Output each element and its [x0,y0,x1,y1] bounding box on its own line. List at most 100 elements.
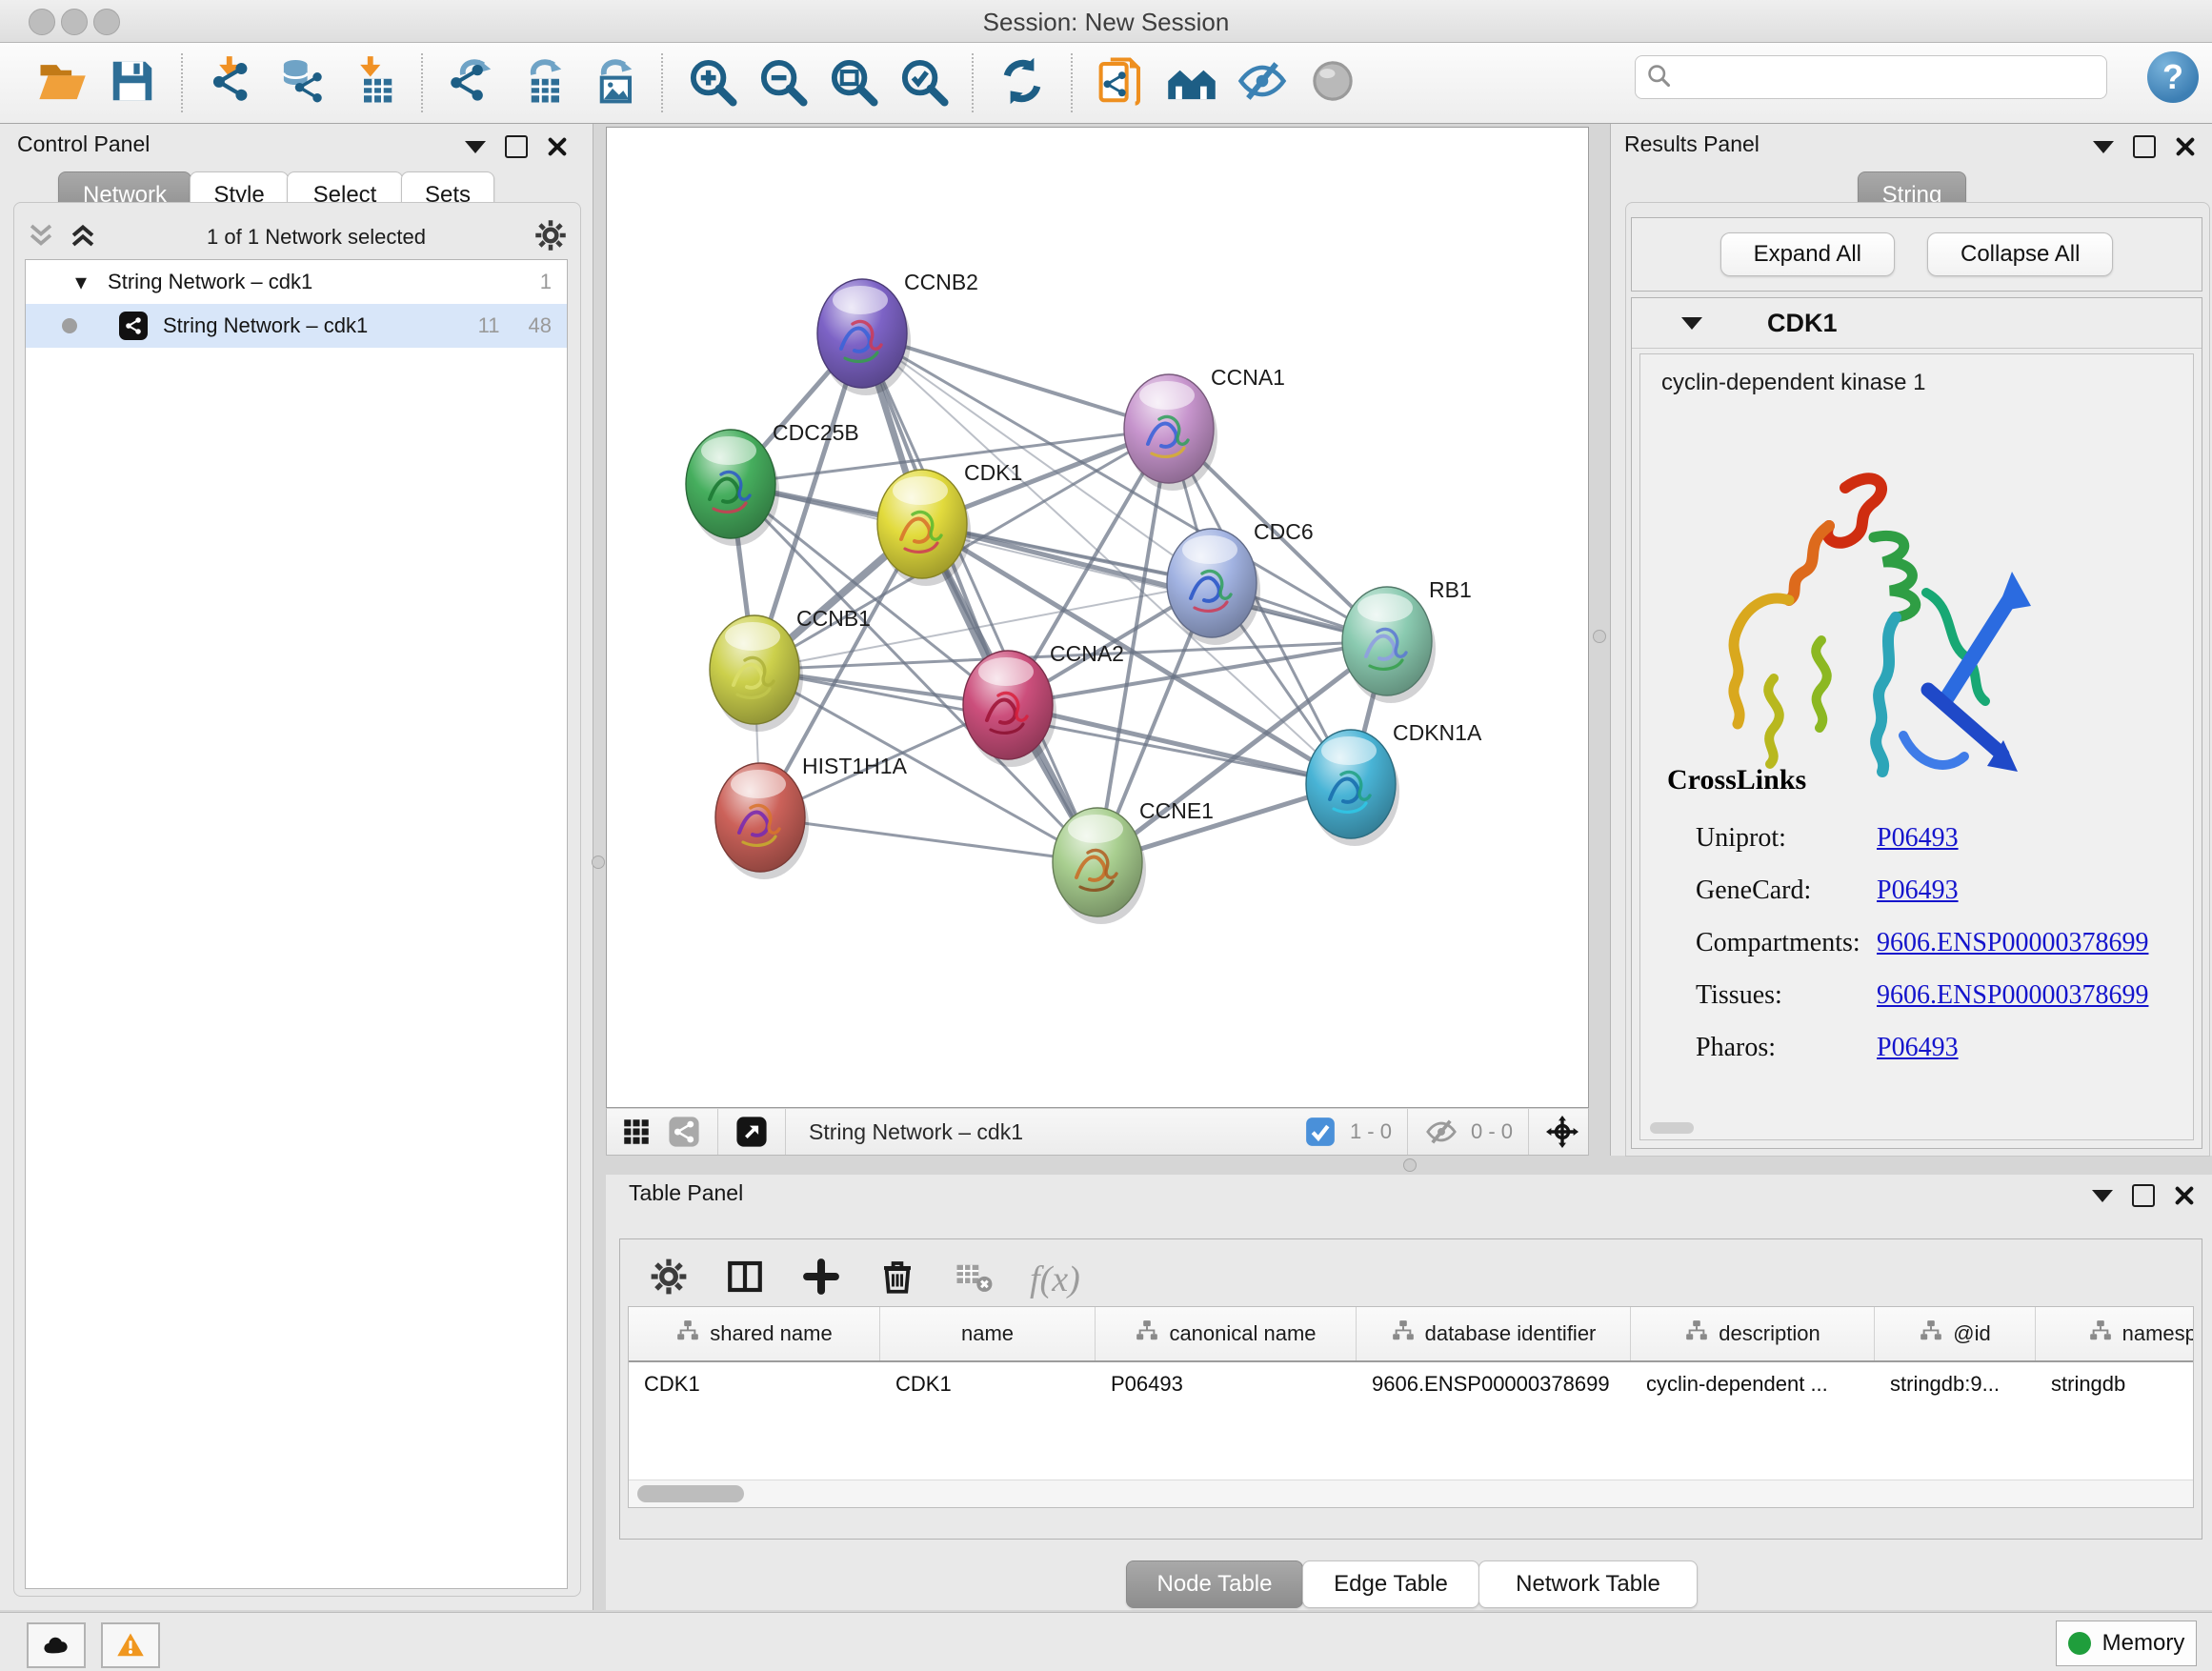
zoom-selected-button[interactable] [892,51,955,114]
tab-edge-table[interactable]: Edge Table [1302,1560,1479,1608]
collapse-all-icon[interactable] [25,219,57,256]
table-close-icon[interactable] [2174,1185,2195,1206]
cell-description: cyclin-dependent ... [1631,1372,1875,1397]
crosslink-genecard-link[interactable]: P06493 [1877,876,1959,906]
table-menu-icon[interactable] [2092,1190,2113,1202]
table-float-icon[interactable] [2132,1184,2155,1207]
grid-view-icon[interactable] [620,1116,653,1148]
birdseye-toggle-icon[interactable] [735,1116,768,1148]
network-options-gear-icon[interactable] [533,218,568,257]
close-panel-icon[interactable] [547,136,568,157]
results-hscroll-thumb[interactable] [1650,1122,1694,1134]
crosslink-label: Tissues: [1696,980,1877,1011]
table-trash-button[interactable] [877,1257,917,1301]
save-button[interactable] [101,51,164,114]
column-header-@id[interactable]: @id [1875,1307,2036,1360]
export-table-icon [516,55,568,111]
table-gear-button[interactable] [649,1257,689,1301]
results-close-icon[interactable] [2175,136,2196,157]
title-bar: Session: New Session [0,0,2212,43]
export-network-button[interactable] [440,51,503,114]
fit-content-crosshair-icon[interactable] [1546,1116,1579,1148]
node-CCNA2[interactable]: CCNA2 [963,641,1124,767]
column-header-shared-name[interactable]: shared name [629,1307,880,1360]
open-folder-button[interactable] [30,51,93,114]
zoom-in-button[interactable] [680,51,743,114]
node-RB1[interactable]: RB1 [1342,577,1472,703]
hide-graphics-button[interactable] [1231,51,1294,114]
home-button[interactable] [1160,51,1223,114]
import-network-button[interactable] [200,51,263,114]
bottom-splitter-handle[interactable] [1403,1158,1417,1172]
table-toolbar: f(x) [649,1257,1080,1301]
crosslink-pharos-link[interactable]: P06493 [1877,1033,1959,1063]
column-header-description[interactable]: description [1631,1307,1875,1360]
node-CCNB2[interactable]: CCNB2 [817,270,978,395]
search-box[interactable] [1635,55,2107,99]
node-HIST1H1A[interactable]: HIST1H1A [715,754,908,879]
edge-b2-e1[interactable] [862,333,1097,862]
results-menu-icon[interactable] [2093,141,2114,153]
expand-all-button[interactable]: Expand All [1720,232,1895,276]
table-hscroll-thumb[interactable] [637,1485,744,1502]
float-panel-icon[interactable] [505,135,528,158]
table-columns-button[interactable] [725,1257,765,1301]
column-header-namespace[interactable]: namespace [2036,1307,2194,1360]
import-table-button[interactable] [341,51,404,114]
shared-column-icon [1919,1319,1943,1349]
crosslink-tissues-link[interactable]: 9606.ENSP00000378699 [1877,980,2148,1011]
node-CDC6[interactable]: CDC6 [1167,519,1314,645]
shared-column-icon [1135,1319,1159,1349]
node-CCNE1[interactable]: CCNE1 [1053,798,1214,924]
crosslink-row: Pharos: P06493 [1696,1033,1959,1063]
share-view-icon[interactable] [668,1116,700,1148]
tab-network-table[interactable]: Network Table [1478,1560,1698,1608]
results-float-icon[interactable] [2133,135,2156,158]
node-CDKN1A[interactable]: CDKN1A [1306,720,1482,846]
function-builder-button[interactable]: f(x) [1030,1258,1080,1300]
help-button[interactable]: ? [2147,51,2199,103]
network-collection-row[interactable]: String Network – cdk1 1 [26,260,567,304]
expand-all-icon[interactable] [67,219,99,256]
crosslink-compartments-link[interactable]: 9606.ENSP00000378699 [1877,928,2148,958]
column-header-database-identifier[interactable]: database identifier [1357,1307,1631,1360]
gene-section-header[interactable]: CDK1 [1632,298,2202,349]
panel-menu-icon[interactable] [465,141,486,153]
birdseye-button[interactable] [1301,51,1364,114]
zoom-fit-button[interactable] [821,51,884,114]
refresh-button[interactable] [991,51,1054,114]
collection-expand-icon[interactable] [75,269,87,296]
network-canvas[interactable]: CCNB2 CCNA1 CDC25B [606,127,1589,1108]
tab-node-table[interactable]: Node Table [1126,1560,1303,1608]
node-CCNB1[interactable]: CCNB1 [710,606,871,732]
collapse-all-button[interactable]: Collapse All [1927,232,2113,276]
export-table-button[interactable] [511,51,573,114]
left-splitter-handle[interactable] [592,856,605,869]
node-CDK1[interactable]: CDK1 [877,460,1022,586]
table-hscrollbar[interactable] [629,1480,2193,1507]
right-splitter-handle[interactable] [1593,630,1606,643]
clipboard-network-button[interactable] [1090,51,1153,114]
crosslink-label: Pharos: [1696,1033,1877,1063]
column-header-canonical-name[interactable]: canonical name [1096,1307,1357,1360]
import-database-button[interactable] [271,51,333,114]
export-image-button[interactable] [581,51,644,114]
column-header-name[interactable]: name [880,1307,1096,1360]
network-row[interactable]: String Network – cdk1 11 48 [26,304,567,348]
gene-collapse-icon[interactable] [1681,317,1702,330]
table-panel-title: Table Panel [629,1180,743,1206]
zoom-out-button[interactable] [751,51,814,114]
memory-button[interactable]: Memory [2056,1621,2197,1666]
warnings-button[interactable] [101,1622,160,1668]
table-row[interactable]: CDK1CDK1P064939606.ENSP00000378699cyclin… [629,1362,2193,1406]
crosslink-uniprot-link[interactable]: P06493 [1877,823,1959,854]
cloud-button[interactable] [27,1622,86,1668]
selected-checkbox-icon[interactable] [1304,1116,1337,1148]
search-input[interactable] [1679,64,2097,91]
edge-h1-e1[interactable] [760,817,1097,862]
edge-a2-p21[interactable] [1008,705,1351,784]
node-CCNA1[interactable]: CCNA1 [1124,365,1285,491]
hidden-eye-icon[interactable] [1425,1116,1458,1148]
table-plus-button[interactable] [801,1257,841,1301]
table-table-delete-button[interactable] [954,1257,994,1301]
